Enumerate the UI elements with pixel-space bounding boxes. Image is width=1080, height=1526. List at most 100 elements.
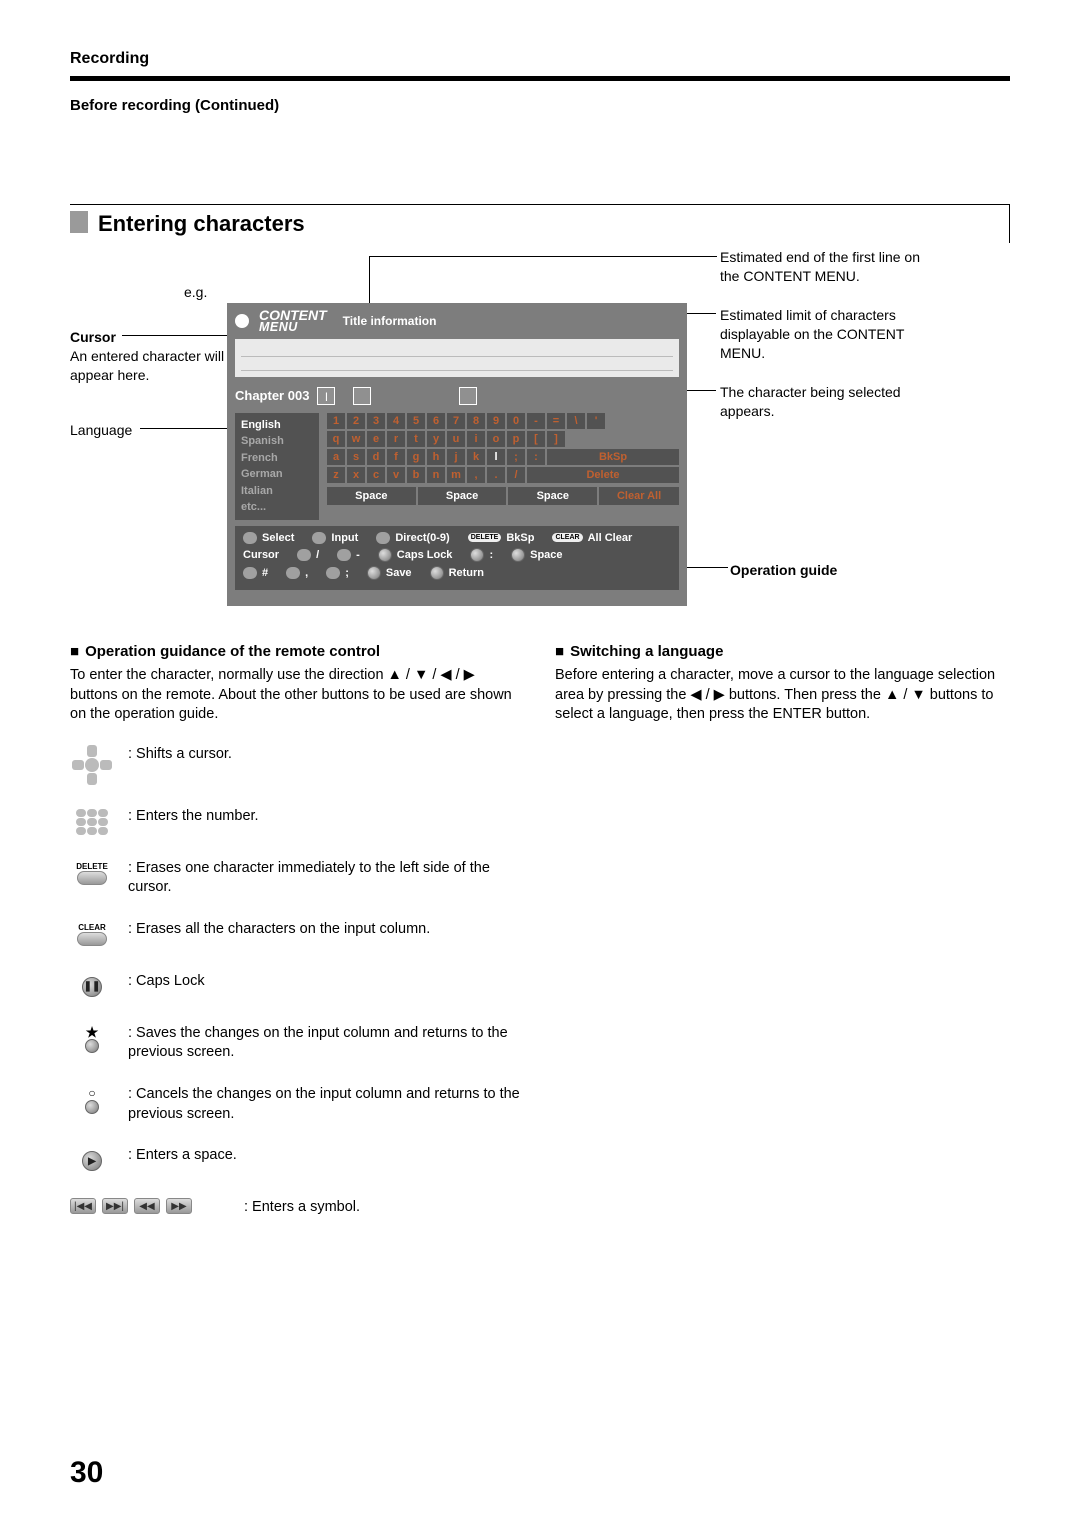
delete-pill-icon: DELETE [468, 533, 502, 542]
key: \ [567, 413, 585, 429]
right-col-body: Before entering a character, move a curs… [555, 666, 1010, 725]
skip-fwd-icon: ▶▶| [102, 1198, 128, 1214]
clear-button-icon: CLEAR [70, 920, 114, 950]
guide-select: Select [243, 532, 294, 544]
delete-button-icon: DELETE [70, 859, 114, 889]
key-space: Space [418, 487, 507, 505]
lang-item-german: German [241, 466, 313, 483]
key: s [347, 449, 365, 465]
play-round-icon [511, 548, 525, 562]
play-button-icon: ▶ [70, 1146, 114, 1176]
skip-prev-icon [297, 549, 311, 561]
key: p [507, 431, 525, 447]
circle-button-icon: ○ [70, 1085, 114, 1115]
guide-colon: : [470, 548, 493, 562]
key: 5 [407, 413, 425, 429]
guide-slash: / [297, 549, 319, 561]
key: z [327, 467, 345, 483]
keypad-icon [376, 532, 390, 544]
key: q [327, 431, 345, 447]
left-column: Operation guidance of the remote control… [70, 643, 525, 1240]
dpad-icon [70, 745, 114, 785]
desc-caps: : Caps Lock [128, 972, 525, 992]
lang-item-french: French [241, 450, 313, 467]
step-fwd-icon [326, 567, 340, 579]
key: n [427, 467, 445, 483]
content-menu-label: CONTENT MENU [259, 309, 327, 333]
key: / [507, 467, 525, 483]
cursor-highlight-box: l [317, 387, 335, 405]
guide-save: Save [367, 566, 412, 580]
guide-return: Return [430, 566, 484, 580]
key: x [347, 467, 365, 483]
key: m [447, 467, 465, 483]
guide-semi: ; [326, 567, 349, 579]
label-cursor-title: Cursor [70, 328, 225, 347]
chapter-label: Chapter 003 [235, 388, 309, 403]
key: f [387, 449, 405, 465]
dpad-ring-icon [312, 532, 326, 544]
key: h [427, 449, 445, 465]
key: 6 [427, 413, 445, 429]
guide-all-clear: CLEARAll Clear [552, 532, 632, 544]
key: j [447, 449, 465, 465]
desc-save: : Saves the changes on the input column … [128, 1024, 525, 1063]
desc-symbol: : Enters a symbol. [244, 1198, 525, 1218]
guide-cursor: Cursor [243, 549, 279, 561]
label-operation-guide: Operation guide [730, 561, 930, 580]
operation-guide-panel: Select Input Direct(0-9) DELETEBkSp CLEA… [235, 526, 679, 590]
key: 2 [347, 413, 365, 429]
lang-item-english: English [241, 417, 313, 434]
label-end-line: Estimated end of the first line on the C… [720, 248, 920, 286]
lang-item-italian: Italian [241, 483, 313, 500]
diagram-zone: e.g. Cursor An entered character will ap… [70, 253, 1010, 623]
rewind-icon [243, 567, 257, 579]
stop-round-icon [470, 548, 484, 562]
header-section: Recording [70, 50, 1010, 68]
guide-input: Input [312, 532, 358, 544]
key: 0 [507, 413, 525, 429]
label-cursor-body: An entered character will appear here. [70, 347, 225, 385]
left-col-title: Operation guidance of the remote control [70, 643, 525, 660]
key: 4 [387, 413, 405, 429]
key-space: Space [327, 487, 416, 505]
key: c [367, 467, 385, 483]
key: g [407, 449, 425, 465]
key: 7 [447, 413, 465, 429]
label-selected: The character being selected appears. [720, 383, 920, 421]
step-back-icon [286, 567, 300, 579]
label-eg: e.g. [184, 283, 207, 302]
key: 3 [367, 413, 385, 429]
key: e [367, 431, 385, 447]
keypad-icon [70, 807, 114, 837]
label-limit: Estimated limit of characters displayabl… [720, 306, 920, 363]
key: k [467, 449, 485, 465]
key: r [387, 431, 405, 447]
key: 8 [467, 413, 485, 429]
language-column: English Spanish French German Italian et… [235, 413, 319, 520]
key-selected: l [487, 449, 505, 465]
key-delete: Delete [527, 467, 679, 483]
guide-bksp: DELETEBkSp [468, 532, 535, 544]
guide-space: Space [511, 548, 562, 562]
input-preview-area [235, 339, 679, 377]
rewind-icon: ◀◀ [134, 1198, 160, 1214]
desc-shift-cursor: : Shifts a cursor. [128, 745, 525, 765]
key: = [547, 413, 565, 429]
content-menu-panel: CONTENT MENU Title information Chapter 0… [227, 303, 687, 606]
guide-comma: , [286, 567, 308, 579]
guide-dash: - [337, 549, 360, 561]
lang-item-etc: etc... [241, 499, 313, 516]
selection-preview-2 [459, 387, 477, 405]
key-clear-all: Clear All [599, 487, 679, 505]
pause-round-icon [378, 548, 392, 562]
guide-direct: Direct(0-9) [376, 532, 449, 544]
key: - [527, 413, 545, 429]
content-menu-logo-icon [235, 314, 249, 328]
key: i [467, 431, 485, 447]
dpad-ring-icon [243, 532, 257, 544]
right-column: Switching a language Before entering a c… [555, 643, 1010, 1240]
label-language: Language [70, 421, 132, 440]
title-information-label: Title information [343, 314, 437, 328]
key: . [487, 467, 505, 483]
